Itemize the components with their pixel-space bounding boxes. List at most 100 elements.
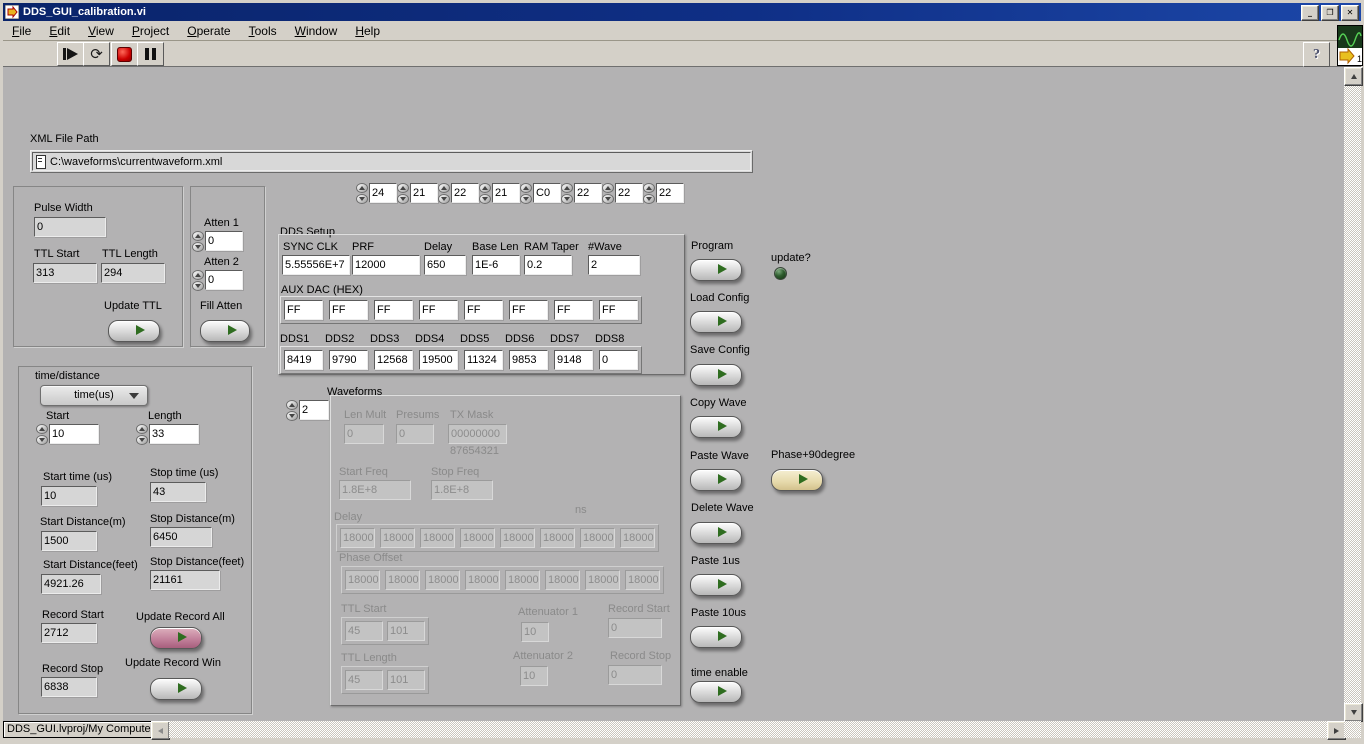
hex-byte-field[interactable]: 22: [615, 183, 643, 203]
spinner-arrows-icon[interactable]: [520, 183, 532, 205]
update-record-all-button[interactable]: [150, 627, 202, 649]
waveform-index-field[interactable]: 2: [299, 400, 329, 420]
dds-value-field[interactable]: 11324: [464, 350, 503, 370]
menu-item[interactable]: Operate: [178, 22, 239, 40]
aux-dac-field[interactable]: FF: [329, 300, 368, 320]
hex-byte-field[interactable]: 24: [369, 183, 397, 203]
wave-ttl-start-row: 45101: [341, 617, 429, 645]
hex-byte-spinner[interactable]: 24: [356, 183, 397, 205]
dds-value-field[interactable]: 9790: [329, 350, 368, 370]
phase90-button[interactable]: [771, 469, 823, 491]
aux-dac-field[interactable]: FF: [554, 300, 593, 320]
dds-value-field[interactable]: 9148: [554, 350, 593, 370]
hex-byte-spinner[interactable]: 21: [397, 183, 438, 205]
atten2-spinner-arrows[interactable]: [192, 270, 204, 292]
hex-byte-field[interactable]: 22: [451, 183, 479, 203]
sync-clk-field[interactable]: 5.55556E+7: [282, 255, 350, 275]
hex-byte-field[interactable]: 21: [410, 183, 438, 203]
spinner-arrows-icon[interactable]: [479, 183, 491, 205]
menu-item[interactable]: Window: [286, 22, 347, 40]
close-icon[interactable]: ✕: [1341, 5, 1359, 21]
menu-item[interactable]: Tools: [240, 22, 286, 40]
num-wave-field[interactable]: 2: [588, 255, 640, 275]
delay-field[interactable]: 650: [424, 255, 466, 275]
aux-dac-field[interactable]: FF: [464, 300, 503, 320]
pause-button[interactable]: [137, 42, 164, 66]
aux-dac-field[interactable]: FF: [374, 300, 413, 320]
menu-item[interactable]: View: [79, 22, 123, 40]
restore-icon[interactable]: ❐: [1321, 5, 1339, 21]
horizontal-scrollbar-track[interactable]: [169, 721, 1327, 738]
tx-mask-field: 00000000: [448, 424, 507, 444]
spinner-arrows-icon[interactable]: [397, 183, 409, 205]
hex-byte-spinner[interactable]: 22: [561, 183, 602, 205]
load-config-button[interactable]: [690, 311, 742, 333]
scroll-left-button[interactable]: [151, 721, 170, 740]
scroll-up-button[interactable]: [1344, 67, 1363, 86]
title-bar[interactable]: DDS_GUI_calibration.vi _ ❐ ✕: [3, 3, 1361, 21]
help-button[interactable]: ?: [1303, 42, 1330, 67]
hex-byte-spinner[interactable]: 22: [438, 183, 479, 205]
hex-byte-spinner[interactable]: 21: [479, 183, 520, 205]
time-enable-button[interactable]: [690, 681, 742, 703]
paste-wave-button[interactable]: [690, 469, 742, 491]
hex-byte-spinner[interactable]: 22: [643, 183, 684, 205]
length-spinner-arrows[interactable]: [136, 424, 148, 446]
project-selector[interactable]: DDS_GUI.lvproj/My Computer: [3, 721, 155, 738]
spinner-arrows-icon[interactable]: [561, 183, 573, 205]
spinner-arrows-icon[interactable]: [643, 183, 655, 205]
aux-dac-field[interactable]: FF: [284, 300, 323, 320]
hex-byte-field[interactable]: 21: [492, 183, 520, 203]
spinner-arrows-icon[interactable]: [602, 183, 614, 205]
menu-item[interactable]: Project: [123, 22, 178, 40]
update-ttl-button[interactable]: [108, 320, 160, 342]
spinner-arrows-icon[interactable]: [438, 183, 450, 205]
run-button[interactable]: [57, 42, 84, 66]
minimize-icon[interactable]: _: [1301, 5, 1319, 21]
aux-dac-field[interactable]: FF: [599, 300, 638, 320]
aux-dac-field[interactable]: FF: [419, 300, 458, 320]
xml-file-path-control[interactable]: C:\waveforms\currentwaveform.xml: [30, 150, 753, 173]
vertical-scrollbar-track[interactable]: [1344, 84, 1361, 703]
delete-wave-button[interactable]: [690, 522, 742, 544]
menu-item[interactable]: Help: [346, 22, 389, 40]
start-spinner-arrows[interactable]: [36, 424, 48, 446]
update-record-win-button[interactable]: [150, 678, 202, 700]
program-button[interactable]: [690, 259, 742, 281]
hex-byte-field[interactable]: 22: [574, 183, 602, 203]
dds-value-field[interactable]: 8419: [284, 350, 323, 370]
length-field[interactable]: 33: [149, 424, 199, 444]
prf-field[interactable]: 12000: [352, 255, 420, 275]
waveform-index-spinner-arrows[interactable]: [286, 400, 298, 422]
hex-byte-spinner[interactable]: 22: [602, 183, 643, 205]
copy-wave-button[interactable]: [690, 416, 742, 438]
run-continuous-button[interactable]: ⟳: [83, 42, 110, 66]
menu-item[interactable]: Edit: [40, 22, 79, 40]
spinner-arrows-icon[interactable]: [356, 183, 368, 205]
hex-byte-field[interactable]: 22: [656, 183, 684, 203]
save-config-button[interactable]: [690, 364, 742, 386]
fill-atten-button[interactable]: [200, 320, 250, 342]
scroll-down-button[interactable]: [1344, 703, 1363, 722]
attenuator2-field: 10: [520, 666, 548, 686]
time-distance-mode-dropdown[interactable]: time(us): [40, 385, 148, 406]
base-len-field[interactable]: 1E-6: [472, 255, 520, 275]
dds-value-field[interactable]: 9853: [509, 350, 548, 370]
paste-1us-button[interactable]: [690, 574, 742, 596]
dds-value-field[interactable]: 12568: [374, 350, 413, 370]
paste-10us-button[interactable]: [690, 626, 742, 648]
atten2-field[interactable]: 0: [205, 270, 243, 290]
atten1-spinner-arrows[interactable]: [192, 231, 204, 253]
start-field[interactable]: 10: [49, 424, 99, 444]
dds-value-field[interactable]: 0: [599, 350, 638, 370]
menu-item[interactable]: File: [3, 22, 40, 40]
hex-byte-spinner[interactable]: C0: [520, 183, 561, 205]
aux-dac-field[interactable]: FF: [509, 300, 548, 320]
atten1-field[interactable]: 0: [205, 231, 243, 251]
abort-button[interactable]: [111, 42, 138, 66]
dds-channel-label: DDS5: [460, 333, 505, 345]
dds-value-field[interactable]: 19500: [419, 350, 458, 370]
ram-taper-field[interactable]: 0.2: [524, 255, 572, 275]
hex-byte-field[interactable]: C0: [533, 183, 561, 203]
phase-offset-row: 1800018000180001800018000180001800018000: [341, 566, 664, 594]
